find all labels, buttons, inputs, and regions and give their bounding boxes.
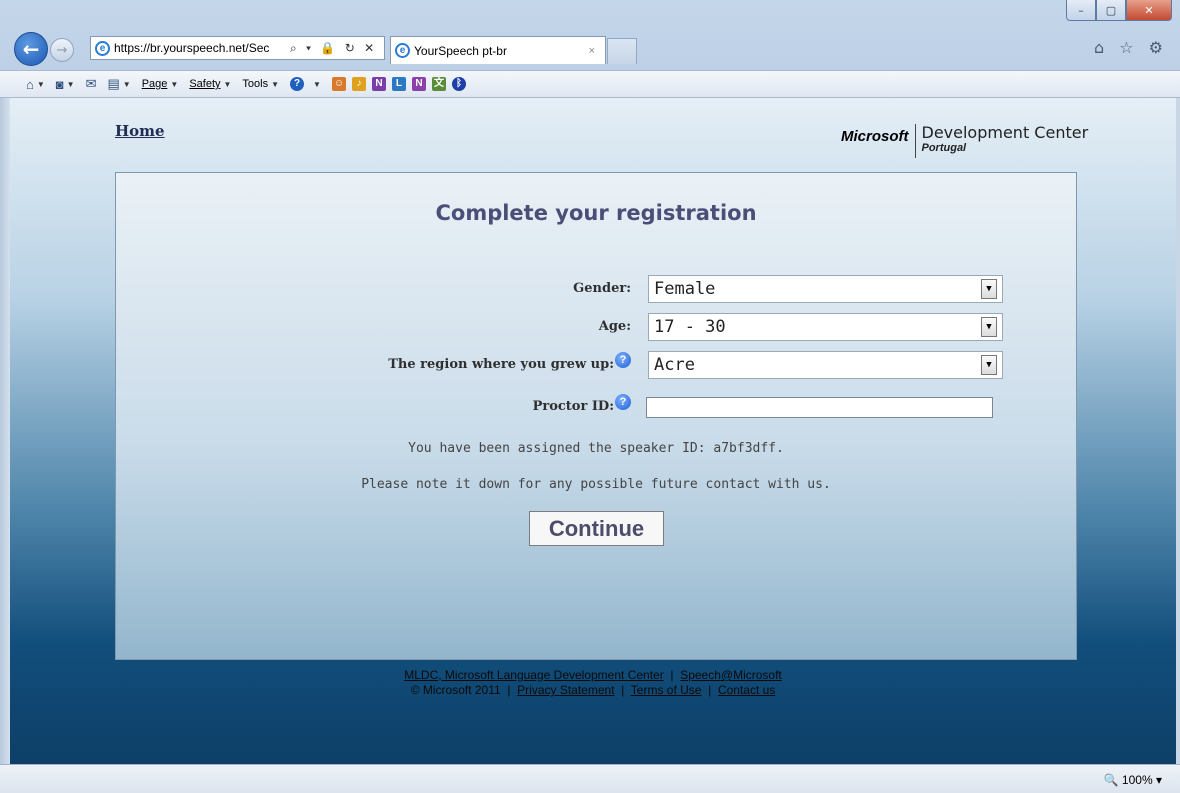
footer-separator: |: [708, 683, 712, 697]
copyright-text: © Microsoft 2011: [410, 683, 501, 697]
gender-select[interactable]: Female ▼: [648, 275, 1003, 303]
chevron-down-icon: ▼: [66, 79, 75, 89]
footer-line-1: MLDC, Microsoft Language Development Cen…: [10, 668, 1176, 683]
chevron-down-icon[interactable]: ▼: [981, 279, 997, 299]
region-value: Acre: [654, 355, 695, 375]
status-bar: 🔍 100% ▾: [0, 764, 1180, 793]
mail-icon: ✉: [85, 76, 97, 91]
browser-titlebar: – ▢ ✕ ← → e https://br.yourspeech.net/Se…: [0, 0, 1180, 70]
speaker-id-text: You have been assigned the speaker ID: a…: [408, 441, 784, 456]
window-frame-right: [1176, 98, 1180, 764]
proctor-id-input[interactable]: [646, 397, 993, 418]
footer-line-2: © Microsoft 2011 | Privacy Statement | T…: [10, 683, 1176, 698]
region-label-row: The region where you grew up: ?: [388, 351, 631, 372]
ie-icon: e: [95, 40, 110, 56]
footer-separator: |: [621, 683, 625, 697]
chevron-down-icon[interactable]: ▼: [981, 355, 997, 375]
age-select[interactable]: 17 - 30 ▼: [648, 313, 1003, 341]
note-text: Please note it down for any possible fut…: [361, 477, 831, 492]
bluetooth-icon[interactable]: ᛒ: [451, 77, 466, 91]
logo-title: Development Center: [921, 123, 1089, 142]
people-icon[interactable]: ☺: [331, 77, 346, 91]
logo-divider: [914, 124, 916, 158]
region-label: The region where you grew up:: [388, 357, 614, 372]
chevron-down-icon: ▼: [223, 79, 232, 89]
gender-value: Female: [654, 279, 716, 299]
contact-us-link[interactable]: Contact us: [718, 683, 775, 697]
chevron-down-icon: ▼: [170, 79, 179, 89]
new-tab-button[interactable]: [607, 38, 637, 64]
tab-close-icon[interactable]: ×: [589, 45, 595, 57]
proctor-label: Proctor ID:: [532, 399, 614, 414]
onenote-send-icon[interactable]: N: [411, 77, 426, 91]
safety-menu-label: Safety: [189, 78, 221, 90]
mail-cmd[interactable]: ✉: [86, 76, 97, 92]
close-window-button[interactable]: ✕: [1126, 0, 1172, 21]
print-icon: ▤: [107, 76, 120, 91]
footer: MLDC, Microsoft Language Development Cen…: [10, 668, 1176, 698]
proctor-help-icon[interactable]: ?: [615, 393, 631, 410]
onenote-icon[interactable]: N: [371, 77, 386, 91]
forward-button[interactable]: →: [50, 38, 74, 62]
tools-menu[interactable]: Tools ▼: [242, 78, 279, 90]
address-bar[interactable]: e https://br.yourspeech.net/Sec ⌕ ▾ 🔒 ↻ …: [90, 36, 385, 60]
continue-button[interactable]: Continue: [529, 511, 664, 546]
chevron-down-icon[interactable]: ▼: [981, 317, 997, 337]
tools-menu-label: Tools: [242, 78, 269, 90]
age-value: 17 - 30: [654, 317, 726, 337]
terms-of-use-link[interactable]: Terms of Use: [631, 683, 702, 697]
home-favorites-tools-icons[interactable]: ⌂ ☆ ⚙: [1094, 38, 1168, 57]
page-viewport: Home Microsoft Development Center Portug…: [10, 98, 1176, 764]
mldc-link[interactable]: MLDC, Microsoft Language Development Cen…: [404, 668, 663, 682]
command-bar: ⌂ ▼ ◙ ▼ ✉ ▤ ▼ Page ▼ Safety ▼ Tools ▼ ? ▼ ☺ ♪ N…: [0, 70, 1180, 98]
help-cmd[interactable]: ? ▼: [290, 77, 321, 91]
print-cmd[interactable]: ▤ ▼: [107, 76, 130, 92]
note-icon[interactable]: ♪: [351, 77, 366, 91]
chevron-down-icon: ▾: [1155, 773, 1162, 787]
tab-yourspeech[interactable]: e YourSpeech pt-br ×: [390, 36, 606, 64]
footer-separator: |: [670, 668, 674, 682]
lync-icon[interactable]: L: [391, 77, 406, 91]
zoom-control[interactable]: 🔍 100% ▾: [1104, 773, 1162, 787]
age-label: Age:: [598, 319, 631, 334]
page-menu-label: Page: [141, 78, 168, 90]
region-help-icon[interactable]: ?: [615, 351, 631, 368]
zoom-level: 100%: [1121, 773, 1153, 787]
logo-text: Development Center Portugal: [921, 123, 1089, 155]
rss-icon: ◙: [55, 76, 64, 92]
logo-brand: Microsoft: [841, 128, 909, 145]
logo-subtitle: Portugal: [921, 142, 967, 154]
address-url[interactable]: https://br.yourspeech.net/Sec: [114, 41, 284, 55]
help-icon: ?: [290, 77, 305, 91]
address-bar-icons[interactable]: ⌕ ▾ 🔒 ↻ ✕: [290, 41, 377, 56]
translate-icon[interactable]: 文: [431, 77, 446, 91]
tab-title: YourSpeech pt-br: [414, 43, 507, 58]
window-frame-left: [0, 98, 10, 764]
speech-microsoft-link[interactable]: Speech@Microsoft: [680, 668, 782, 682]
region-select[interactable]: Acre ▼: [648, 351, 1003, 379]
feeds-cmd[interactable]: ◙ ▼: [56, 77, 75, 92]
chevron-down-icon: ▼: [36, 79, 45, 89]
home-icon: ⌂: [26, 76, 34, 92]
window-controls: – ▢ ✕: [1066, 0, 1172, 21]
page-title: Complete your registration: [435, 201, 757, 225]
minimize-button[interactable]: –: [1066, 0, 1096, 21]
gender-label: Gender:: [573, 281, 631, 296]
maximize-button[interactable]: ▢: [1096, 0, 1126, 21]
footer-separator: |: [507, 683, 511, 697]
home-cmd[interactable]: ⌂ ▼: [26, 77, 45, 92]
home-link[interactable]: Home: [115, 122, 165, 140]
tab-ie-icon: e: [395, 43, 410, 58]
zoom-icon: 🔍: [1103, 773, 1119, 787]
chevron-down-icon: ▼: [122, 79, 131, 89]
back-button[interactable]: ←: [14, 32, 48, 66]
chevron-down-icon: ▼: [313, 79, 321, 89]
page-menu[interactable]: Page ▼: [142, 78, 179, 90]
registration-panel: Complete your registration Gender: Femal…: [115, 172, 1077, 660]
safety-menu[interactable]: Safety ▼: [189, 78, 231, 90]
chevron-down-icon: ▼: [271, 79, 280, 89]
microsoft-dev-center-logo: Microsoft Development Center Portugal: [841, 124, 1088, 158]
privacy-statement-link[interactable]: Privacy Statement: [517, 683, 614, 697]
proctor-label-row: Proctor ID: ?: [532, 393, 631, 414]
